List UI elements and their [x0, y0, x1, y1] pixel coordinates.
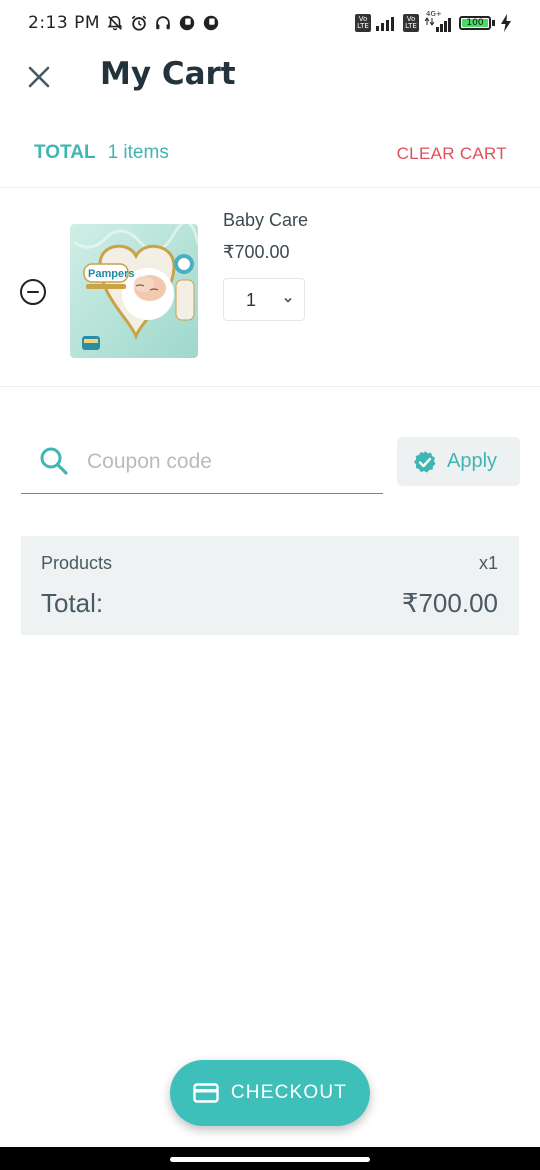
divider: [0, 187, 540, 188]
battery-level: 100: [466, 18, 484, 28]
cart-total-summary: TOTAL 1 items: [34, 142, 169, 164]
status-left: 2:13 PM: [28, 13, 220, 33]
system-nav-bar: [0, 1147, 540, 1170]
product-price: ₹700.00: [223, 242, 290, 262]
total-label: TOTAL: [34, 142, 96, 163]
quantity-select[interactable]: 1: [223, 278, 305, 321]
status-time: 2:13 PM: [28, 13, 100, 33]
app-icon: [203, 15, 219, 31]
home-handle[interactable]: [170, 1157, 370, 1162]
checkout-button[interactable]: CHECKOUT: [170, 1060, 370, 1126]
page-title: My Cart: [100, 56, 236, 92]
search-icon: [40, 447, 68, 475]
battery-indicator: 100: [459, 16, 495, 30]
checkout-label: CHECKOUT: [230, 1082, 348, 1103]
remove-item-button[interactable]: [20, 279, 46, 305]
charging-bolt-icon: [501, 14, 511, 32]
order-summary: Products x1 Total: ₹700.00: [21, 536, 519, 635]
quantity-value: 1: [246, 290, 257, 310]
battery-tip: [492, 20, 495, 26]
close-icon: [28, 66, 50, 88]
total-label: Total:: [41, 588, 104, 618]
product-package-image: Pampers: [70, 224, 198, 358]
credit-card-icon: [193, 1083, 219, 1103]
apply-coupon-button[interactable]: Apply: [397, 437, 520, 486]
battery-icon: 100: [459, 16, 491, 30]
signal-strength-icon: [376, 17, 394, 31]
apply-label: Apply: [447, 450, 498, 472]
coupon-field: [21, 432, 383, 494]
items-count: 1 items: [107, 142, 169, 163]
status-bar: 2:13 PM Vo LTE Vo LTE 4G+ 100: [0, 0, 540, 46]
chevron-down-icon: [284, 297, 292, 303]
divider: [0, 386, 540, 387]
alarm-icon: [131, 15, 147, 31]
muted-bell-icon: [107, 15, 123, 31]
coupon-input[interactable]: [85, 442, 379, 482]
close-button[interactable]: [24, 62, 54, 92]
products-count: x1: [478, 553, 498, 573]
headphones-icon: [156, 16, 170, 30]
sim1-volte-badge: Vo LTE: [355, 14, 371, 32]
products-label: Products: [41, 553, 113, 573]
verified-badge-icon: [414, 450, 436, 473]
signal-strength-icon: [424, 17, 451, 32]
total-value: ₹700.00: [401, 588, 498, 618]
status-right: Vo LTE Vo LTE 4G+ 100: [355, 10, 512, 32]
brand-logo-text: Pampers: [88, 268, 134, 280]
product-image: Pampers: [70, 224, 198, 358]
minus-icon: [27, 290, 39, 294]
product-name: Baby Care: [223, 210, 309, 230]
app-icon: [179, 15, 195, 31]
sim2-volte-badge: Vo LTE: [403, 14, 419, 32]
clear-cart-button[interactable]: CLEAR CART: [397, 144, 507, 164]
network-indicator: 4G+: [424, 10, 454, 32]
